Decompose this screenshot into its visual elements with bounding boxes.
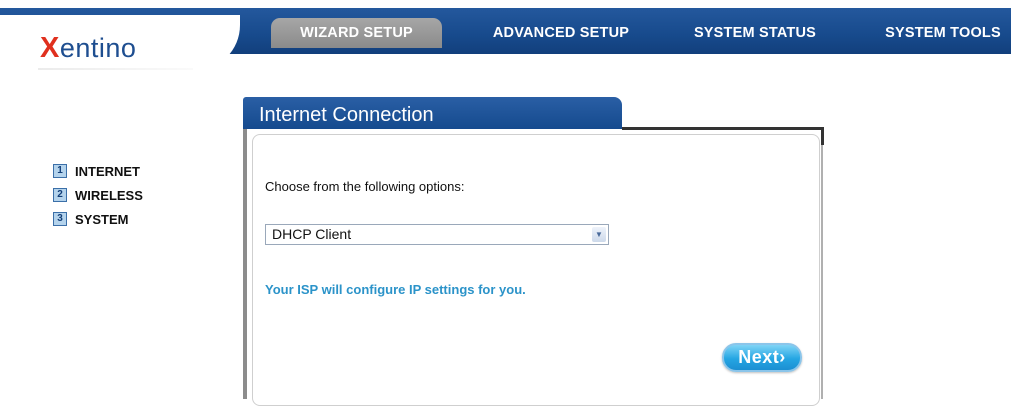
step-label: INTERNET xyxy=(75,163,140,179)
step-label: SYSTEM xyxy=(75,211,129,227)
panel-corner-edge xyxy=(821,127,824,145)
step-label: WIRELESS xyxy=(75,187,143,203)
step-wireless[interactable]: 2 WIRELESS xyxy=(53,183,143,207)
panel-top-border xyxy=(622,127,824,130)
step-number-badge: 3 xyxy=(53,212,67,226)
chevron-down-icon[interactable]: ▼ xyxy=(592,227,606,242)
step-system[interactable]: 3 SYSTEM xyxy=(53,207,143,231)
next-button[interactable]: Next› xyxy=(722,343,802,372)
next-button-label: Next xyxy=(738,347,780,367)
step-internet[interactable]: 1 INTERNET xyxy=(53,159,143,183)
panel-title: Internet Connection xyxy=(259,104,434,126)
connection-type-value: DHCP Client xyxy=(272,226,352,242)
connection-description: Your ISP will configure IP settings for … xyxy=(265,282,526,297)
options-prompt: Choose from the following options: xyxy=(265,179,465,194)
step-number-badge: 1 xyxy=(53,164,67,178)
connection-type-select[interactable]: DHCP Client ▼ xyxy=(265,224,609,245)
logo-x-letter: X xyxy=(40,32,60,64)
tab-system-tools[interactable]: SYSTEM TOOLS xyxy=(872,18,1011,48)
step-number-badge: 2 xyxy=(53,188,67,202)
wizard-steps: 1 INTERNET 2 WIRELESS 3 SYSTEM xyxy=(53,159,143,231)
chevron-right-icon: › xyxy=(779,347,786,367)
tab-system-status[interactable]: SYSTEM STATUS xyxy=(680,18,830,48)
tab-wizard-setup[interactable]: WIZARD SETUP xyxy=(271,18,442,48)
logo-divider xyxy=(38,68,193,70)
logo-wordmark: entino xyxy=(59,33,137,63)
brand-logo: Xentino xyxy=(40,34,136,63)
tab-advanced-setup[interactable]: ADVANCED SETUP xyxy=(476,18,646,48)
